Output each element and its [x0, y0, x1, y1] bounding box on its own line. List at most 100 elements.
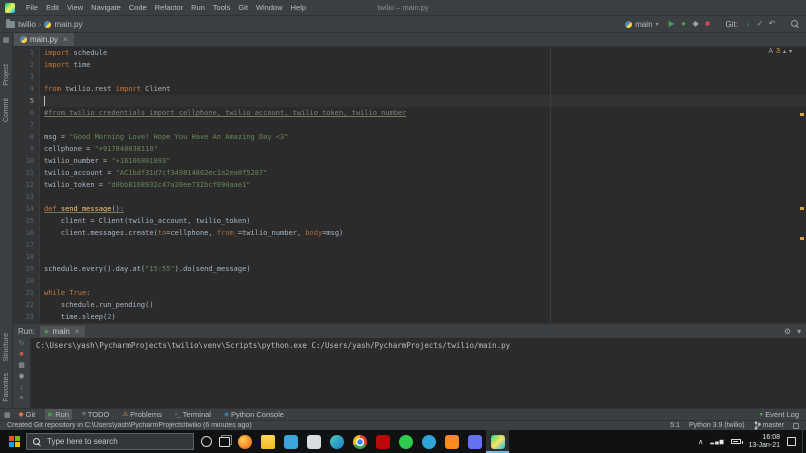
code-line-6[interactable]: #from twilio_credentials import cellphon…: [40, 107, 806, 119]
tool-button-python-console[interactable]: ◈ Python Console: [221, 409, 287, 420]
menu-edit[interactable]: Edit: [42, 1, 63, 14]
menu-window[interactable]: Window: [252, 1, 287, 14]
breadcrumb-project[interactable]: twilio: [18, 20, 36, 29]
taskbar-pycharm-icon[interactable]: [486, 430, 509, 453]
taskbar-chrome-icon[interactable]: [348, 430, 371, 453]
sidebar-item-favorites[interactable]: Favorites: [3, 373, 10, 402]
prev-problem-icon[interactable]: ▴: [783, 48, 786, 55]
interpreter-selector[interactable]: Python 3.9 (twilio): [689, 422, 745, 429]
code-line-23[interactable]: time.sleep(2): [40, 311, 806, 323]
line-number[interactable]: 1: [13, 47, 34, 59]
line-number[interactable]: 4: [13, 83, 34, 95]
line-number[interactable]: 9: [13, 143, 34, 155]
hidden-icons-chevron[interactable]: ∧: [698, 438, 703, 446]
code-line-22[interactable]: schedule.run_pending(): [40, 299, 806, 311]
line-number[interactable]: 18: [13, 251, 34, 263]
menu-view[interactable]: View: [63, 1, 87, 14]
rerun-icon[interactable]: ↻: [15, 340, 29, 348]
hide-panel-icon[interactable]: ▾: [797, 327, 801, 336]
start-button[interactable]: [2, 430, 26, 453]
stop-icon[interactable]: ■: [15, 351, 29, 359]
code-line-1[interactable]: import schedule: [40, 47, 806, 59]
menu-file[interactable]: File: [22, 1, 42, 14]
code-line-3[interactable]: [40, 71, 806, 83]
line-number[interactable]: 10: [13, 155, 34, 167]
warning-stripe-mark[interactable]: [800, 207, 804, 210]
menu-run[interactable]: Run: [187, 1, 209, 14]
tool-windows-icon[interactable]: ▦: [4, 411, 11, 419]
run-config-selector[interactable]: main ▾: [622, 19, 661, 30]
taskbar-mail-icon[interactable]: [302, 430, 325, 453]
line-number[interactable]: 2: [13, 59, 34, 71]
sidebar-item-commit[interactable]: Commit: [3, 98, 10, 122]
line-number[interactable]: 7: [13, 119, 34, 131]
taskbar-netflix-icon[interactable]: [371, 430, 394, 453]
line-number[interactable]: 14: [13, 203, 34, 215]
taskbar-microsoft-store-icon[interactable]: [279, 430, 302, 453]
taskbar-microsoft-edge-icon[interactable]: [325, 430, 348, 453]
warning-stripe-mark[interactable]: [800, 113, 804, 116]
code-line-17[interactable]: [40, 239, 806, 251]
run-console[interactable]: C:\Users\yash\PycharmProjects\twilio\ven…: [31, 338, 806, 409]
search-everywhere-icon[interactable]: [790, 19, 800, 29]
task-view-button[interactable]: [219, 436, 230, 447]
tool-button-todo[interactable]: ≡ TODO: [79, 409, 112, 420]
line-number[interactable]: 20: [13, 275, 34, 287]
status-widget-icon[interactable]: [793, 422, 799, 429]
taskbar-telegram-icon[interactable]: [417, 430, 440, 453]
taskbar-discord-icon[interactable]: [463, 430, 486, 453]
show-desktop-button[interactable]: [802, 430, 806, 453]
code-line-8[interactable]: msg = "Good Morning Love! Hope You Have …: [40, 131, 806, 143]
scroll-to-end-icon[interactable]: ↓: [15, 384, 29, 392]
line-number[interactable]: 3: [13, 71, 34, 83]
rollback-icon[interactable]: ↶: [766, 19, 778, 29]
code-line-21[interactable]: while True:: [40, 287, 806, 299]
cortana-button[interactable]: [201, 436, 212, 447]
tool-button-terminal[interactable]: ›_ Terminal: [172, 409, 214, 420]
tool-button-event-log[interactable]: ● Event Log: [756, 409, 802, 420]
code-line-12[interactable]: twilio_token = "d0bb8168932c47a20ee732bc…: [40, 179, 806, 191]
close-icon[interactable]: ×: [63, 35, 68, 44]
tab-main-py[interactable]: main.py ×: [14, 33, 74, 46]
code-line-14[interactable]: def send_message():: [40, 203, 806, 215]
code-area[interactable]: import schedule import time from twilio.re…: [40, 47, 806, 323]
code-line-9[interactable]: cellphone = "+917840038110": [40, 143, 806, 155]
close-icon[interactable]: ×: [75, 327, 80, 336]
code-line-13[interactable]: [40, 191, 806, 203]
menu-git[interactable]: Git: [234, 1, 252, 14]
code-line-16[interactable]: client.messages.create(to=cellphone, fro…: [40, 227, 806, 239]
settings-gear-icon[interactable]: ⚙: [784, 327, 791, 336]
warning-stripe-mark[interactable]: [800, 237, 804, 240]
line-number[interactable]: 21: [13, 287, 34, 299]
menu-help[interactable]: Help: [287, 1, 310, 14]
next-problem-icon[interactable]: ▾: [789, 48, 792, 55]
line-number[interactable]: 11: [13, 167, 34, 179]
line-number[interactable]: 12: [13, 179, 34, 191]
line-number[interactable]: 23: [13, 311, 34, 323]
code-line-11[interactable]: twilio_account = "AC1bdf31d7cf349814862e…: [40, 167, 806, 179]
code-line-19[interactable]: schedule.every().day.at("15:55").do(send…: [40, 263, 806, 275]
run-tab-main[interactable]: ▶ main ×: [39, 325, 85, 337]
run-icon[interactable]: ▶: [666, 19, 678, 29]
line-number[interactable]: 16: [13, 227, 34, 239]
line-number[interactable]: 22: [13, 299, 34, 311]
code-line-18[interactable]: [40, 251, 806, 263]
line-number[interactable]: 17: [13, 239, 34, 251]
restore-layout-icon[interactable]: ▦: [15, 362, 29, 370]
line-number[interactable]: 8: [13, 131, 34, 143]
code-line-5[interactable]: [40, 95, 806, 107]
code-line-20[interactable]: [40, 275, 806, 287]
code-line-15[interactable]: client = Client(twilio_account, twilio_t…: [40, 215, 806, 227]
menu-refactor[interactable]: Refactor: [151, 1, 187, 14]
git-branch-widget[interactable]: master: [754, 421, 784, 430]
taskbar-whatsapp-icon[interactable]: [394, 430, 417, 453]
code-line-2[interactable]: import time: [40, 59, 806, 71]
breadcrumb-file[interactable]: main.py: [54, 20, 82, 29]
taskbar-file-explorer-icon[interactable]: [256, 430, 279, 453]
code-line-7[interactable]: [40, 119, 806, 131]
line-number[interactable]: 6: [13, 107, 34, 119]
code-line-4[interactable]: from twilio.rest import Client: [40, 83, 806, 95]
line-number[interactable]: 15: [13, 215, 34, 227]
tool-button-problems[interactable]: ⚠ Problems: [119, 409, 165, 420]
battery-icon[interactable]: [731, 439, 744, 444]
